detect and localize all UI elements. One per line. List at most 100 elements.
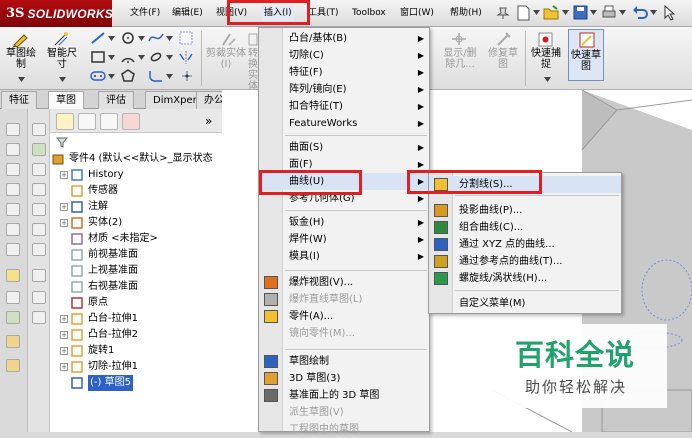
tree-item-boss-extrude2[interactable]: + 凸台-拉伸2 (52, 327, 222, 343)
property-manager-tab[interactable] (78, 113, 96, 130)
print-icon[interactable] (601, 5, 617, 20)
menu-item-3d-sketch[interactable]: 3D 草图(3) (259, 370, 429, 387)
menu-item-projected-curve[interactable]: 投影曲线(P)... (429, 202, 621, 219)
tree-item-material[interactable]: 材质 <未指定> (52, 231, 222, 247)
box-icon[interactable] (32, 183, 46, 196)
trim-entities-button[interactable]: 剪裁实体(I) (206, 48, 246, 70)
rapid-sketch-button[interactable]: 快速草图 (568, 29, 604, 81)
feature-icon[interactable] (32, 143, 46, 156)
menu-item-helix-spiral[interactable]: 螺旋线/涡状线(H)... (429, 270, 621, 287)
expand-icon[interactable]: + (60, 171, 68, 179)
select-arrow-icon[interactable] (663, 5, 677, 21)
chevron-down-icon[interactable] (166, 36, 173, 42)
menu-item-surface[interactable]: 曲面(S) ▶ (259, 139, 429, 156)
chevron-down-icon[interactable] (108, 55, 115, 61)
sketch-fillet-icon[interactable] (148, 69, 164, 83)
filter-icon[interactable] (56, 137, 68, 148)
tab-evaluate[interactable]: 评估 (98, 91, 134, 109)
menu-item-explode-line-sketch[interactable]: 爆炸直线草图(L) (259, 291, 429, 308)
mirror-entities-icon[interactable] (178, 50, 195, 65)
chevron-down-icon[interactable] (544, 77, 551, 83)
expand-panel-icon[interactable]: » (205, 114, 212, 128)
chevron-down-icon[interactable] (59, 77, 66, 83)
menu-item-weldments[interactable]: 焊件(W) ▶ (259, 231, 429, 248)
chevron-down-icon[interactable] (590, 10, 597, 16)
chevron-down-icon[interactable] (619, 10, 626, 16)
menu-item-sketch-from-drawing[interactable]: 工程图中的草图 (259, 421, 429, 438)
menu-item-curve-through-ref-points[interactable]: 通过参考点的曲线(T)... (429, 253, 621, 270)
menu-item-featureworks[interactable]: FeatureWorks ▶ (259, 115, 429, 132)
menu-item-molds[interactable]: 模具(I) ▶ (259, 248, 429, 265)
relation-icon[interactable] (6, 311, 20, 324)
save-icon[interactable] (573, 5, 588, 20)
chevron-down-icon[interactable] (166, 55, 173, 61)
box-icon[interactable] (32, 203, 46, 216)
box-icon[interactable] (32, 223, 46, 236)
chevron-down-icon[interactable] (650, 10, 657, 16)
expand-icon[interactable]: + (60, 315, 68, 323)
new-document-icon[interactable] (516, 5, 531, 21)
rectangle-icon[interactable] (90, 50, 106, 64)
dimension-icon[interactable] (6, 291, 20, 304)
box-icon[interactable] (6, 163, 20, 176)
spline-icon[interactable] (148, 31, 164, 45)
open-folder-icon[interactable] (543, 5, 559, 21)
box-icon[interactable] (6, 243, 20, 256)
menu-window[interactable]: 窗口(W) (398, 6, 436, 21)
feature-tree-tab[interactable] (56, 113, 74, 130)
menu-item-exploded-view[interactable]: 爆炸视图(V)... (259, 274, 429, 291)
menu-tools[interactable]: 工具(T) (306, 6, 341, 21)
tree-item-origin[interactable]: 原点 (52, 295, 222, 311)
menu-toolbox[interactable]: Toolbox (350, 6, 388, 21)
box-icon[interactable] (32, 291, 46, 304)
tree-item-history[interactable]: + History (52, 167, 222, 183)
expand-icon[interactable]: + (60, 363, 68, 371)
box-icon[interactable] (32, 163, 46, 176)
tree-item-right-plane[interactable]: 右视基准面 (52, 279, 222, 295)
menu-item-features[interactable]: 特征(F) ▶ (259, 64, 429, 81)
solidworks-logo[interactable]: 3S SOLIDWORKS (0, 0, 113, 27)
configuration-tab[interactable] (100, 113, 118, 130)
point-icon[interactable] (180, 69, 194, 83)
block-icon[interactable] (6, 359, 20, 372)
ellipse-icon[interactable] (148, 50, 164, 64)
pin-icon[interactable] (496, 6, 510, 20)
chevron-down-icon[interactable] (138, 36, 145, 42)
menu-item-curve-through-xyz[interactable]: 通过 XYZ 点的曲线... (429, 236, 621, 253)
chevron-down-icon[interactable] (533, 10, 540, 16)
menu-item-3d-sketch-on-plane[interactable]: 基准面上的 3D 草图 (259, 387, 429, 404)
display-delete-relations-button[interactable]: 显示/删除几... (440, 48, 480, 70)
tab-features[interactable]: 特征 (1, 91, 37, 109)
box-icon[interactable] (6, 143, 20, 156)
menu-item-fastening-features[interactable]: 扣合特征(T) ▶ (259, 98, 429, 115)
repair-sketch-button[interactable]: 修复草图 (484, 48, 522, 70)
appearance-tab[interactable] (122, 113, 140, 130)
menu-item-customize-menu[interactable]: 自定义菜单(M) (429, 295, 621, 312)
slot-icon[interactable] (90, 69, 106, 83)
tree-item-front-plane[interactable]: 前视基准面 (52, 247, 222, 263)
menu-edit[interactable]: 编辑(E) (170, 6, 205, 21)
table-icon[interactable] (32, 123, 46, 136)
construction-geometry-icon[interactable] (178, 30, 195, 46)
line-icon[interactable] (90, 31, 106, 45)
box-icon[interactable] (6, 203, 20, 216)
menu-file[interactable]: 文件(F) (128, 6, 162, 21)
chevron-down-icon[interactable] (108, 74, 115, 80)
menu-item-sketch[interactable]: 草图绘制 (259, 353, 429, 370)
chevron-down-icon[interactable] (108, 36, 115, 42)
box-icon[interactable] (32, 243, 46, 256)
tree-item-boss-extrude1[interactable]: + 凸台-拉伸1 (52, 311, 222, 327)
undo-icon[interactable] (632, 5, 648, 20)
tree-item-sketch5[interactable]: (-) 草图5 (52, 375, 222, 391)
tree-item-cut-extrude1[interactable]: + 切除-拉伸1 (52, 359, 222, 375)
menu-item-cut[interactable]: 切除(C) ▶ (259, 47, 429, 64)
box-icon[interactable] (6, 123, 20, 136)
box-icon[interactable] (6, 223, 20, 236)
menu-item-sheet-metal[interactable]: 钣金(H) ▶ (259, 214, 429, 231)
tree-root[interactable]: 零件4 (默认<<默认>_显示状态 (52, 151, 222, 167)
menu-item-boss-base[interactable]: 凸台/基体(B) ▶ (259, 30, 429, 47)
menu-item-derived-sketch[interactable]: 派生草图(V) (259, 404, 429, 421)
menu-item-pattern-mirror[interactable]: 阵列/镜向(E) ▶ (259, 81, 429, 98)
menu-item-composite-curve[interactable]: 组合曲线(C)... (429, 219, 621, 236)
expand-icon[interactable]: + (60, 219, 68, 227)
